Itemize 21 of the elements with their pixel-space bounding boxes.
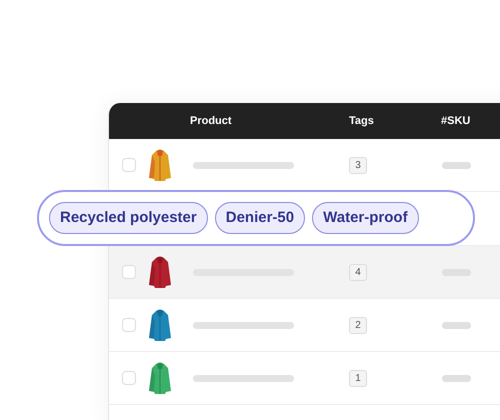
tag-chip[interactable]: Denier-50	[214, 202, 306, 234]
table-row[interactable]: 1	[109, 352, 500, 405]
tag-count: 3	[349, 156, 367, 174]
table-row[interactable]: 3	[109, 139, 500, 192]
placeholder-bar	[442, 162, 471, 168]
column-header: Product	[190, 114, 233, 129]
table-row[interactable]: 2	[109, 299, 500, 352]
checkbox[interactable]	[122, 371, 136, 385]
table-row[interactable]: 4	[109, 246, 500, 299]
tag-count: 1	[349, 370, 367, 386]
placeholder-bar	[442, 322, 471, 328]
tag-count: 4	[349, 264, 367, 280]
column-header: Tags	[349, 114, 375, 129]
checkbox[interactable]	[122, 158, 136, 172]
checkbox[interactable]	[122, 318, 136, 332]
checkbox[interactable]	[122, 265, 136, 279]
placeholder-bar	[442, 374, 471, 382]
tag-chip[interactable]: Water-proof	[312, 202, 419, 234]
tag-count: 2	[349, 316, 367, 334]
column-header: #SKU	[441, 114, 470, 129]
tag-chip[interactable]: Recycled polyester	[49, 202, 208, 234]
